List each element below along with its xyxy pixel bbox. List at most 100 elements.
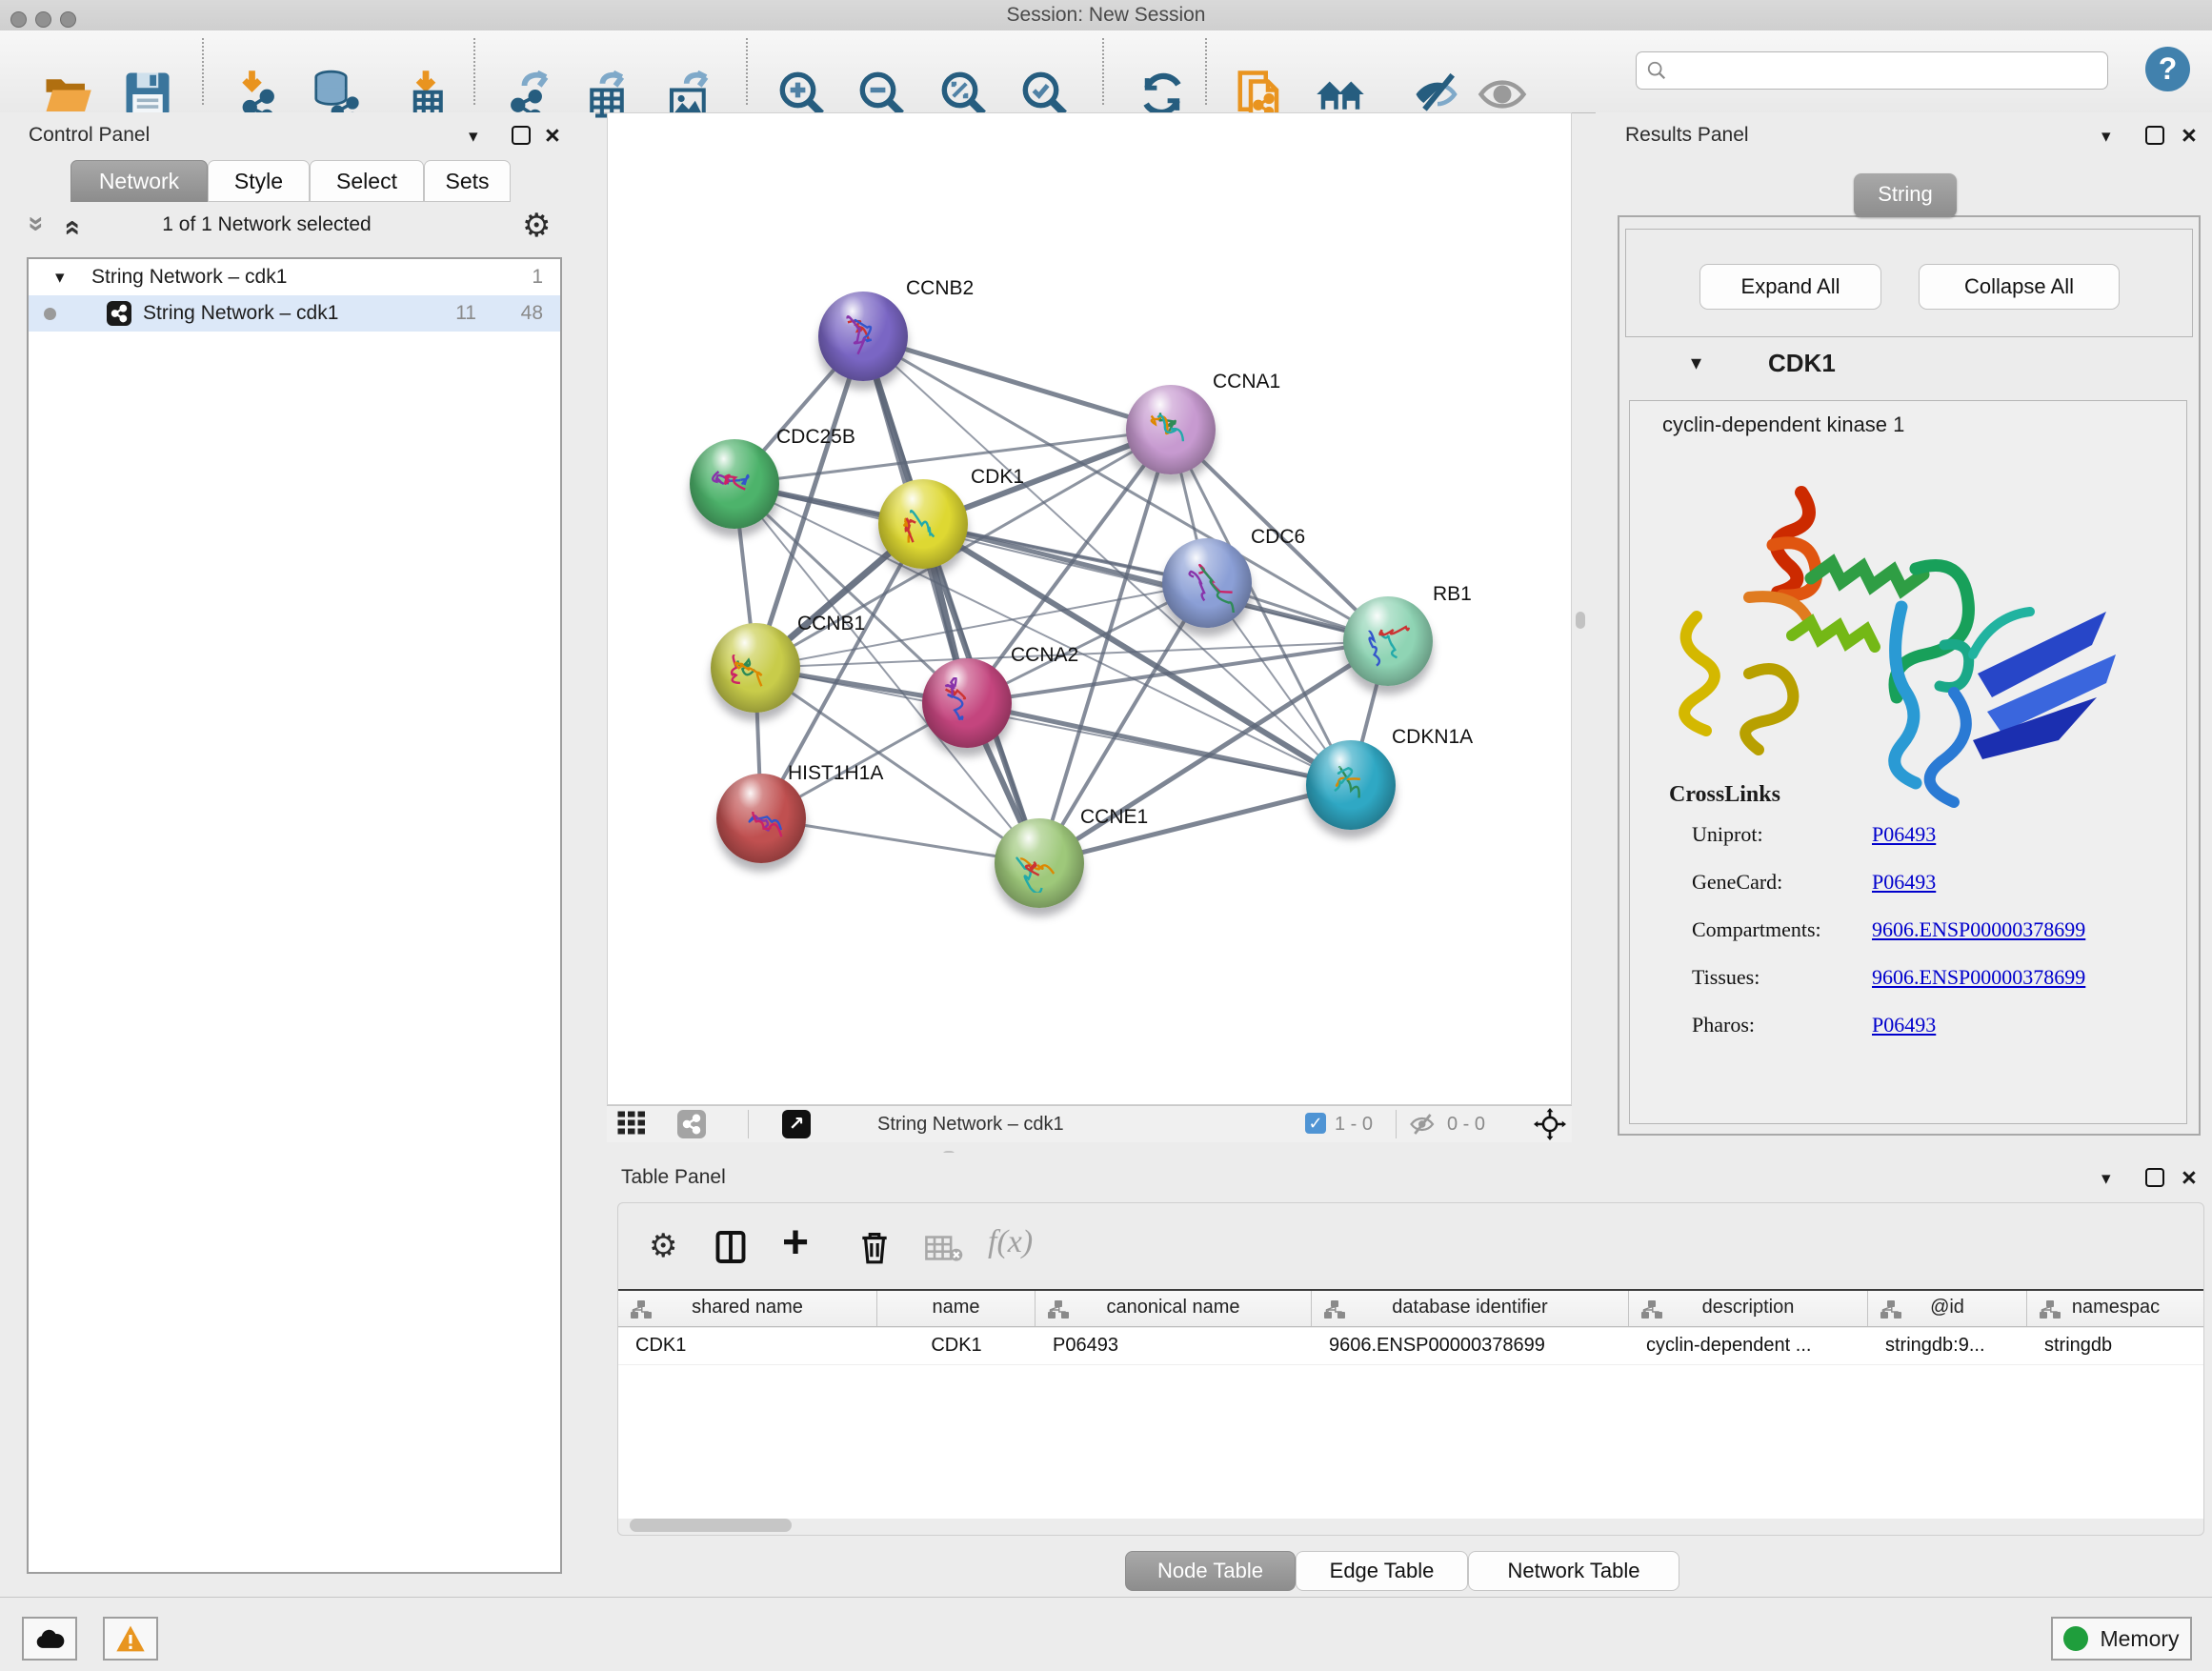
expand-all-button[interactable]: Expand All bbox=[1699, 264, 1881, 310]
cloud-button[interactable] bbox=[22, 1617, 77, 1661]
node-cdkn1a[interactable] bbox=[1306, 740, 1396, 830]
node-hist1h1a[interactable] bbox=[716, 774, 806, 863]
tab-network-table[interactable]: Network Table bbox=[1468, 1551, 1679, 1591]
results-panel-title: Results Panel bbox=[1625, 124, 1749, 147]
node-ccnb2[interactable] bbox=[818, 292, 908, 381]
horizontal-scrollbar[interactable] bbox=[630, 1519, 792, 1532]
status-bar: Memory bbox=[0, 1597, 2212, 1671]
network-canvas[interactable]: CCNB2CCNA1CDC25BCDK1CDC6RB1CCNB1CCNA2CDK… bbox=[607, 112, 1572, 1105]
warning-button[interactable] bbox=[103, 1617, 158, 1661]
table-options-gear-icon[interactable]: ⚙ bbox=[649, 1230, 677, 1262]
column-header--id[interactable]: @id bbox=[1868, 1291, 2027, 1326]
close-panel-icon[interactable]: × bbox=[2182, 1170, 2197, 1185]
column-header-namespac[interactable]: namespac bbox=[2027, 1291, 2204, 1326]
tab-style[interactable]: Style bbox=[208, 160, 310, 202]
protein-thumbnail bbox=[733, 793, 790, 848]
crosslink-row: Uniprot:P06493 bbox=[1630, 822, 2188, 870]
tab-edge-table[interactable]: Edge Table bbox=[1296, 1551, 1468, 1591]
selected-checkbox[interactable]: ✓ bbox=[1305, 1113, 1326, 1134]
network-view-toolbar: ↗ String Network – cdk1 ✓ 1 - 0 0 - 0 bbox=[607, 1105, 1572, 1142]
toolbar-separator bbox=[746, 38, 748, 105]
protein-thumbnail bbox=[938, 677, 995, 733]
tab-node-table[interactable]: Node Table bbox=[1125, 1551, 1296, 1591]
node-label: CCNA2 bbox=[1011, 644, 1078, 667]
search-box[interactable] bbox=[1636, 51, 2108, 90]
table-cell: stringdb bbox=[2027, 1328, 2204, 1364]
crosslink-link[interactable]: P06493 bbox=[1872, 1013, 1936, 1037]
tab-sets[interactable]: Sets bbox=[424, 160, 511, 202]
protein-thumbnail bbox=[1322, 759, 1379, 815]
node-cdc25b[interactable] bbox=[690, 439, 779, 529]
panel-menu-icon[interactable]: ▾ bbox=[469, 126, 478, 148]
column-header-canonical-name[interactable]: canonical name bbox=[1036, 1291, 1312, 1326]
tab-network[interactable]: Network bbox=[70, 160, 208, 202]
network-view-icon[interactable] bbox=[677, 1110, 706, 1138]
protein-thumbnail bbox=[895, 498, 952, 554]
column-header-database-identifier[interactable]: database identifier bbox=[1312, 1291, 1629, 1326]
close-panel-icon[interactable]: × bbox=[545, 128, 560, 143]
panel-menu-icon[interactable]: ▾ bbox=[2101, 1168, 2111, 1190]
network-status-dot bbox=[44, 308, 56, 320]
crosslink-link[interactable]: P06493 bbox=[1872, 822, 1936, 847]
node-count: 11 bbox=[455, 302, 476, 325]
node-label: CDC25B bbox=[776, 426, 855, 449]
node-ccna2[interactable] bbox=[922, 658, 1012, 748]
delete-column-icon[interactable] bbox=[856, 1228, 893, 1266]
tab-select[interactable]: Select bbox=[310, 160, 424, 202]
float-panel-icon[interactable] bbox=[2145, 1168, 2164, 1187]
add-column-icon[interactable]: + bbox=[782, 1217, 809, 1269]
collection-name: String Network – cdk1 bbox=[91, 266, 287, 289]
network-selection-status: 1 of 1 Network selected bbox=[0, 213, 533, 236]
float-panel-icon[interactable] bbox=[2145, 126, 2164, 145]
node-ccna1[interactable] bbox=[1126, 385, 1216, 474]
network-row-selected[interactable]: String Network – cdk1 11 48 bbox=[29, 295, 560, 332]
results-panel: Results Panel ▾ × String Expand All Coll… bbox=[1596, 112, 2212, 1153]
edge-count: 48 bbox=[521, 302, 543, 325]
memory-button[interactable]: Memory bbox=[2051, 1617, 2192, 1661]
memory-status-dot bbox=[2063, 1626, 2088, 1651]
network-options-gear-icon[interactable]: ⚙ bbox=[522, 210, 551, 242]
table-cell: cyclin-dependent ... bbox=[1629, 1328, 1868, 1364]
column-header-name[interactable]: name bbox=[877, 1291, 1036, 1326]
node-ccne1[interactable] bbox=[995, 818, 1084, 908]
crosslink-link[interactable]: P06493 bbox=[1872, 870, 1936, 895]
grid-view-icon[interactable] bbox=[616, 1110, 651, 1138]
network-collection-row[interactable]: ▾ String Network – cdk1 1 bbox=[29, 259, 560, 295]
hidden-count: 0 - 0 bbox=[1447, 1114, 1485, 1136]
pan-crosshair-icon[interactable] bbox=[1534, 1108, 1566, 1140]
table-row[interactable]: CDK1CDK1P064939606.ENSP00000378699cyclin… bbox=[618, 1328, 2204, 1365]
crosslink-link[interactable]: 9606.ENSP00000378699 bbox=[1872, 917, 2085, 942]
cytoscape-window: Session: New Session bbox=[0, 0, 2212, 1671]
toolbar-separator bbox=[1205, 38, 1207, 105]
node-cdk1[interactable] bbox=[878, 479, 968, 569]
crosslink-link[interactable]: 9606.ENSP00000378699 bbox=[1872, 965, 2085, 990]
node-ccnb1[interactable] bbox=[711, 623, 800, 713]
help-button[interactable]: ? bbox=[2145, 47, 2190, 91]
node-rb1[interactable] bbox=[1343, 596, 1433, 686]
collapse-all-button[interactable]: Collapse All bbox=[1919, 264, 2120, 310]
node-label: CDK1 bbox=[971, 466, 1024, 489]
protein-structure-image bbox=[1659, 454, 2154, 826]
control-panel: Control Panel ▾ × NetworkStyleSelectSets… bbox=[0, 112, 595, 1597]
search-input[interactable] bbox=[1667, 59, 2071, 83]
tree-expander-icon[interactable]: ▾ bbox=[55, 267, 65, 289]
section-expander-icon[interactable]: ▾ bbox=[1691, 351, 1701, 375]
delete-table-icon-disabled bbox=[925, 1234, 963, 1262]
table-panel: Table Panel ▾ × ⚙ + f(x) shared namename… bbox=[595, 1153, 2212, 1597]
birds-eye-view-icon[interactable]: ↗ bbox=[782, 1110, 811, 1138]
column-header-description[interactable]: description bbox=[1629, 1291, 1868, 1326]
node-label: CCNB1 bbox=[797, 613, 865, 635]
network-nodes-layer: CCNB2CCNA1CDC25BCDK1CDC6RB1CCNB1CCNA2CDK… bbox=[608, 113, 1573, 1106]
network-list-header: » » 1 of 1 Network selected ⚙ bbox=[0, 204, 595, 252]
node-cdc6[interactable] bbox=[1162, 538, 1252, 628]
column-header-shared-name[interactable]: shared name bbox=[618, 1291, 877, 1326]
show-columns-icon[interactable] bbox=[714, 1230, 748, 1264]
toolbar-separator bbox=[748, 1110, 749, 1138]
close-panel-icon[interactable]: × bbox=[2182, 128, 2197, 143]
column-label: namespac bbox=[2027, 1297, 2204, 1319]
float-panel-icon[interactable] bbox=[512, 126, 531, 145]
tab-string[interactable]: String bbox=[1854, 173, 1957, 217]
panel-menu-icon[interactable]: ▾ bbox=[2101, 126, 2111, 148]
selected-count: 1 - 0 bbox=[1335, 1114, 1373, 1136]
splitter-handle[interactable] bbox=[1576, 612, 1585, 629]
